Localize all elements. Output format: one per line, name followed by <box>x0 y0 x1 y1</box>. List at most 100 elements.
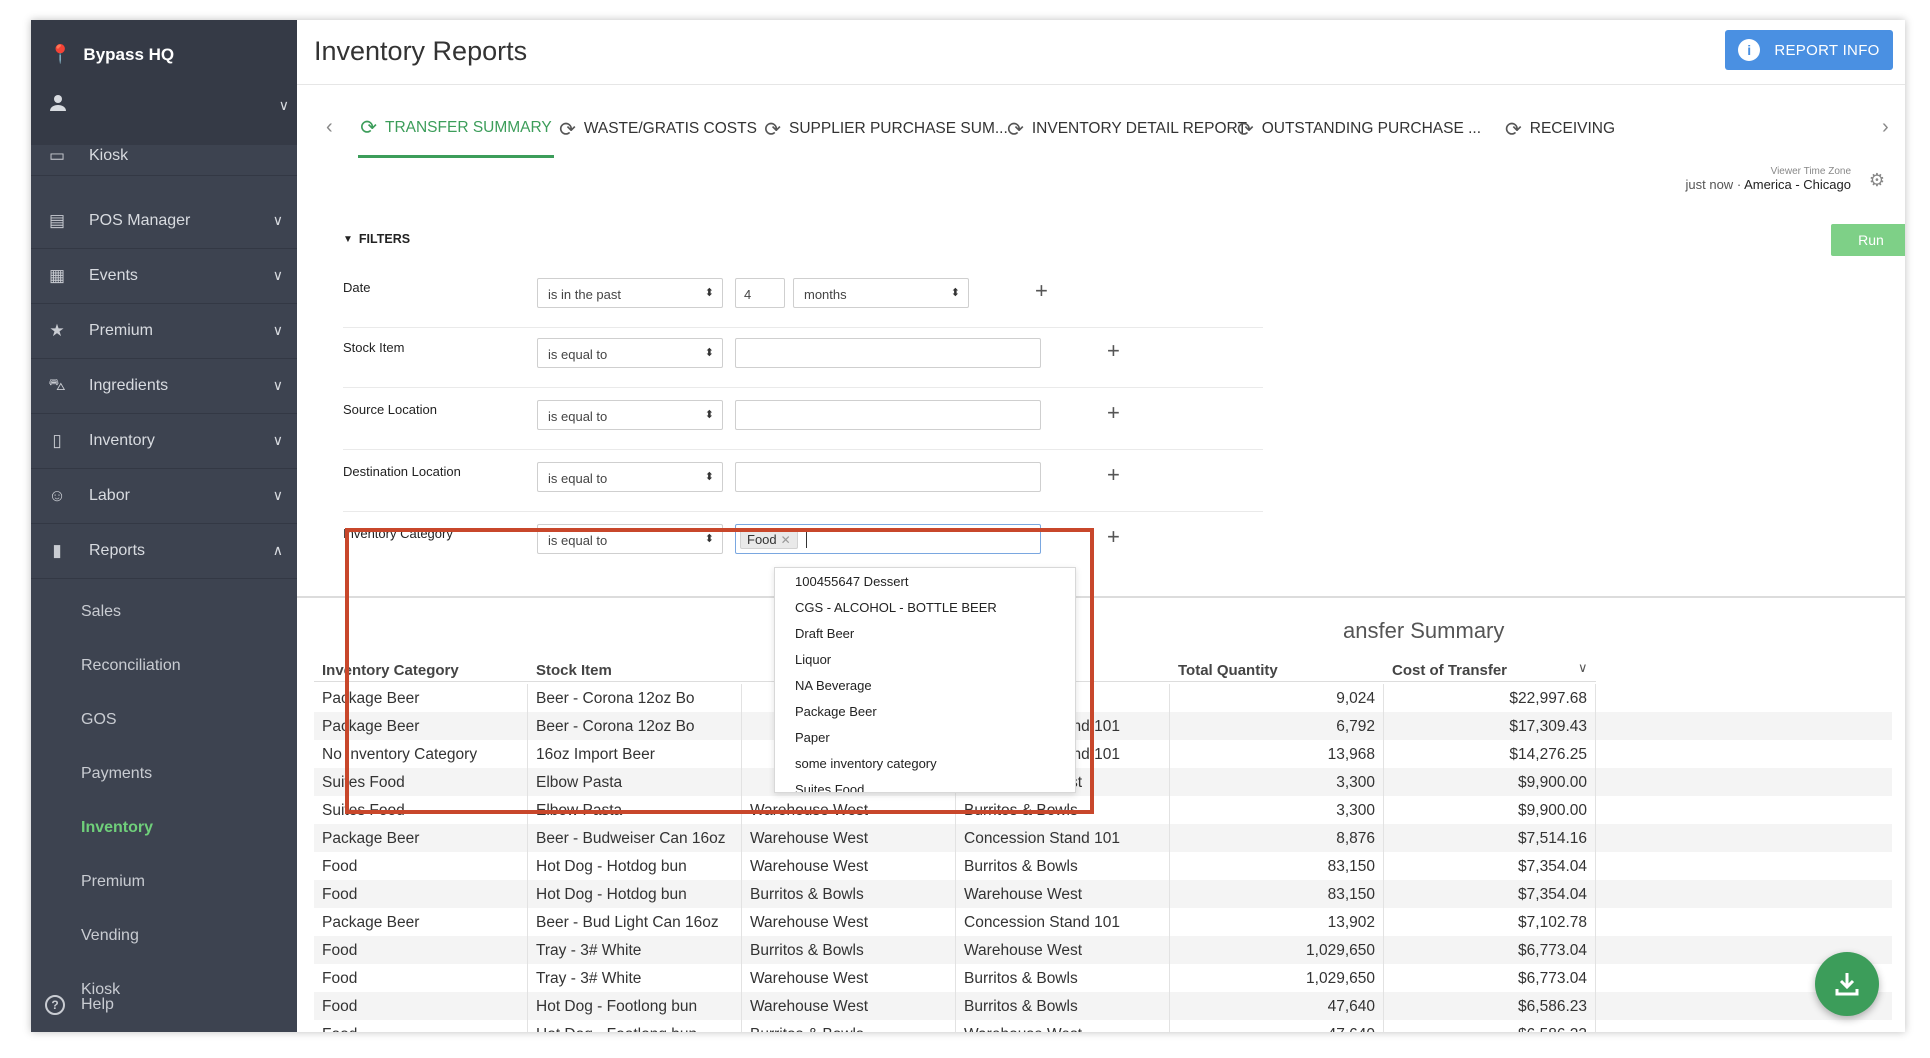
basket-icon: ⛍ <box>48 375 66 394</box>
table-row[interactable]: Package Beer Beer - Bud Light Can 16oz War… <box>314 908 1892 936</box>
timezone-value: America - Chicago <box>1744 177 1851 192</box>
tab-outstanding-purchase[interactable]: ⟳ OUTSTANDING PURCHASE ... <box>1237 100 1481 158</box>
timezone-info[interactable]: Viewer Time Zone just now · America - Ch… <box>1686 166 1852 192</box>
table-cell: Food <box>314 936 528 964</box>
filter-row-inventory-category: Inventory Category is equal to Food ✕ + <box>343 512 1263 574</box>
report-subitem-reconciliation[interactable]: Reconciliation <box>31 639 297 693</box>
tab-receiving[interactable]: ⟳ RECEIVING <box>1500 100 1620 158</box>
report-subitem-inventory[interactable]: Inventory <box>31 801 297 855</box>
tab-supplier-purchase-sum[interactable]: ⟳ SUPPLIER PURCHASE SUM... <box>764 100 1008 158</box>
source-location-operator-select[interactable]: is equal to <box>537 400 723 430</box>
sidebar-item-ingredients[interactable]: ⛍ Ingredients ∨ <box>31 359 297 414</box>
column-header[interactable]: Cost of Transfer <box>1384 654 1596 682</box>
brand[interactable]: 📍 Bypass HQ <box>49 44 174 65</box>
table-cell: $6,773.04 <box>1384 936 1596 964</box>
column-header[interactable]: Stock Item <box>528 654 742 682</box>
add-filter-icon[interactable]: + <box>1107 524 1120 550</box>
table-cell: Tray - 3# White <box>528 964 742 992</box>
page-title: Inventory Reports <box>314 36 528 66</box>
dropdown-option[interactable]: Liquor <box>775 646 1075 672</box>
report-subitem-premium[interactable]: Premium <box>31 855 297 909</box>
source-location-input[interactable] <box>735 400 1041 430</box>
date-amount-input[interactable]: 4 <box>735 278 785 308</box>
dropdown-option[interactable]: CGS - ALCOHOL - BOTTLE BEER <box>775 594 1075 620</box>
selected-tag: Food ✕ <box>740 529 798 549</box>
report-subitem-payments[interactable]: Payments <box>31 747 297 801</box>
filter-row-destination-location: Destination Location is equal to + <box>343 450 1263 512</box>
table-row[interactable]: FoodHot Dog - Footlong bunBurritos & Bow… <box>314 1020 1892 1032</box>
add-filter-icon[interactable]: + <box>1107 400 1120 426</box>
add-filter-icon[interactable]: + <box>1035 278 1048 304</box>
table-row[interactable]: Suites FoodElbow PastaWarehouse West3,30… <box>314 768 1892 796</box>
tab-transfer-summary[interactable]: ⟳ TRANSFER SUMMARY <box>358 100 554 158</box>
table-cell: $14,276.25 <box>1384 740 1596 768</box>
sidebar-item-premium[interactable]: ★ Premium ∨ <box>31 304 297 359</box>
destination-location-input[interactable] <box>735 462 1041 492</box>
sidebar-item-reports[interactable]: ▮ Reports ∧ <box>31 524 297 579</box>
report-subitem-vending[interactable]: Vending <box>31 909 297 963</box>
dropdown-option[interactable]: Draft Beer <box>775 620 1075 646</box>
filter-label: Stock Item <box>343 340 405 355</box>
report-tabs: ‹ ⟳ TRANSFER SUMMARY ⟳ WASTE/GRATIS COSTS ⟳ S… <box>314 100 1892 176</box>
user-menu[interactable]: ∨ <box>49 94 289 117</box>
sidebar-header <box>31 20 297 145</box>
date-operator-select[interactable]: is in the past <box>537 278 723 308</box>
dropdown-option[interactable]: Paper <box>775 724 1075 750</box>
table-row[interactable]: Food Hot Dog - Hotdog bun Warehouse West Bu… <box>314 852 1892 880</box>
sort-chevron-icon[interactable]: ∨ <box>1578 660 1588 676</box>
tab-label: WASTE/GRATIS COSTS <box>583 120 757 137</box>
sidebar-item-events[interactable]: ▦ Events ∨ <box>31 249 297 304</box>
column-header[interactable]: Inventory Category <box>314 654 528 682</box>
dropdown-option[interactable]: some inventory category <box>775 750 1075 776</box>
tab-scroll-right-icon[interactable]: › <box>1882 116 1889 139</box>
dropdown-option[interactable]: NA Beverage <box>775 672 1075 698</box>
column-header[interactable]: Total Quantity <box>1170 654 1384 682</box>
report-subitem-sales[interactable]: Sales <box>31 585 297 639</box>
table-row[interactable]: No Inventory Category16oz Import BeerCon… <box>314 740 1892 768</box>
dropdown-option[interactable]: Package Beer <box>775 698 1075 724</box>
dropdown-option[interactable]: 100455647 Dessert <box>775 568 1075 594</box>
table-row[interactable]: Food Tray - 3# White Warehouse West Burrito… <box>314 964 1892 992</box>
stock-item-operator-select[interactable]: is equal to <box>537 338 723 368</box>
sidebar-item-inventory[interactable]: ▯ Inventory ∨ <box>31 414 297 469</box>
table-row[interactable]: Suites Food Elbow Pasta Warehouse West Burr… <box>314 796 1892 824</box>
help-link[interactable]: ? Help <box>45 995 114 1015</box>
download-button[interactable] <box>1815 952 1879 1016</box>
destination-location-operator-select[interactable]: is equal to <box>537 462 723 492</box>
add-filter-icon[interactable]: + <box>1107 338 1120 364</box>
table-cell: $9,900.00 <box>1384 796 1596 824</box>
stock-item-input[interactable] <box>735 338 1041 368</box>
chevron-down-icon: ∨ <box>272 267 283 283</box>
report-subitem-gos[interactable]: GOS <box>31 693 297 747</box>
table-cell: Beer - Bud Light Can 16oz <box>528 908 742 936</box>
table-row[interactable]: Food Hot Dog - Hotdog bun Burritos & Bowls… <box>314 880 1892 908</box>
table-row[interactable]: Package Beer Beer - Budweiser Can 16oz War… <box>314 824 1892 852</box>
table-cell: $9,900.00 <box>1384 768 1596 796</box>
table-cell: Warehouse West <box>742 908 956 936</box>
table-row[interactable]: Package BeerBeer - Corona 12oz BoConcess… <box>314 712 1892 740</box>
table-row[interactable]: Food Hot Dog - Footlong bun Warehouse West… <box>314 992 1892 1020</box>
remove-tag-icon[interactable]: ✕ <box>781 533 791 547</box>
sidebar-item-labor[interactable]: ☺ Labor ∨ <box>31 469 297 524</box>
table-cell: 16oz Import Beer <box>528 740 742 768</box>
sidebar-item-kiosk[interactable]: ▭ Kiosk <box>31 136 297 176</box>
tab-scroll-left-icon[interactable]: ‹ <box>326 116 333 139</box>
sidebar-item-pos-manager[interactable]: ▤ POS Manager ∨ <box>31 194 297 249</box>
run-button[interactable]: Run <box>1831 224 1905 256</box>
tab-waste-gratis-costs[interactable]: ⟳ WASTE/GRATIS COSTS <box>559 100 757 158</box>
tab-inventory-detail-report[interactable]: ⟳ INVENTORY DETAIL REPORT <box>1007 100 1247 158</box>
table-cell: Food <box>314 852 528 880</box>
date-unit-select[interactable]: months <box>793 278 969 308</box>
table-cell: $22,997.68 <box>1384 684 1596 712</box>
filters-toggle[interactable]: ▼ FILTERS <box>343 232 410 246</box>
table-cell: 83,150 <box>1170 852 1384 880</box>
brand-name: Bypass HQ <box>83 44 175 64</box>
dropdown-option[interactable]: Suites Food <box>775 776 1075 792</box>
table-row[interactable]: Package BeerBeer - Corona 12oz BoSouth P… <box>314 684 1892 712</box>
inventory-category-operator-select[interactable]: is equal to <box>537 524 723 554</box>
table-row[interactable]: Food Tray - 3# White Burritos & Bowls Wareh… <box>314 936 1892 964</box>
add-filter-icon[interactable]: + <box>1107 462 1120 488</box>
report-info-button[interactable]: i REPORT INFO <box>1725 30 1893 70</box>
inventory-category-input[interactable]: Food ✕ <box>735 524 1041 554</box>
gear-icon[interactable]: ⚙ <box>1869 170 1885 191</box>
